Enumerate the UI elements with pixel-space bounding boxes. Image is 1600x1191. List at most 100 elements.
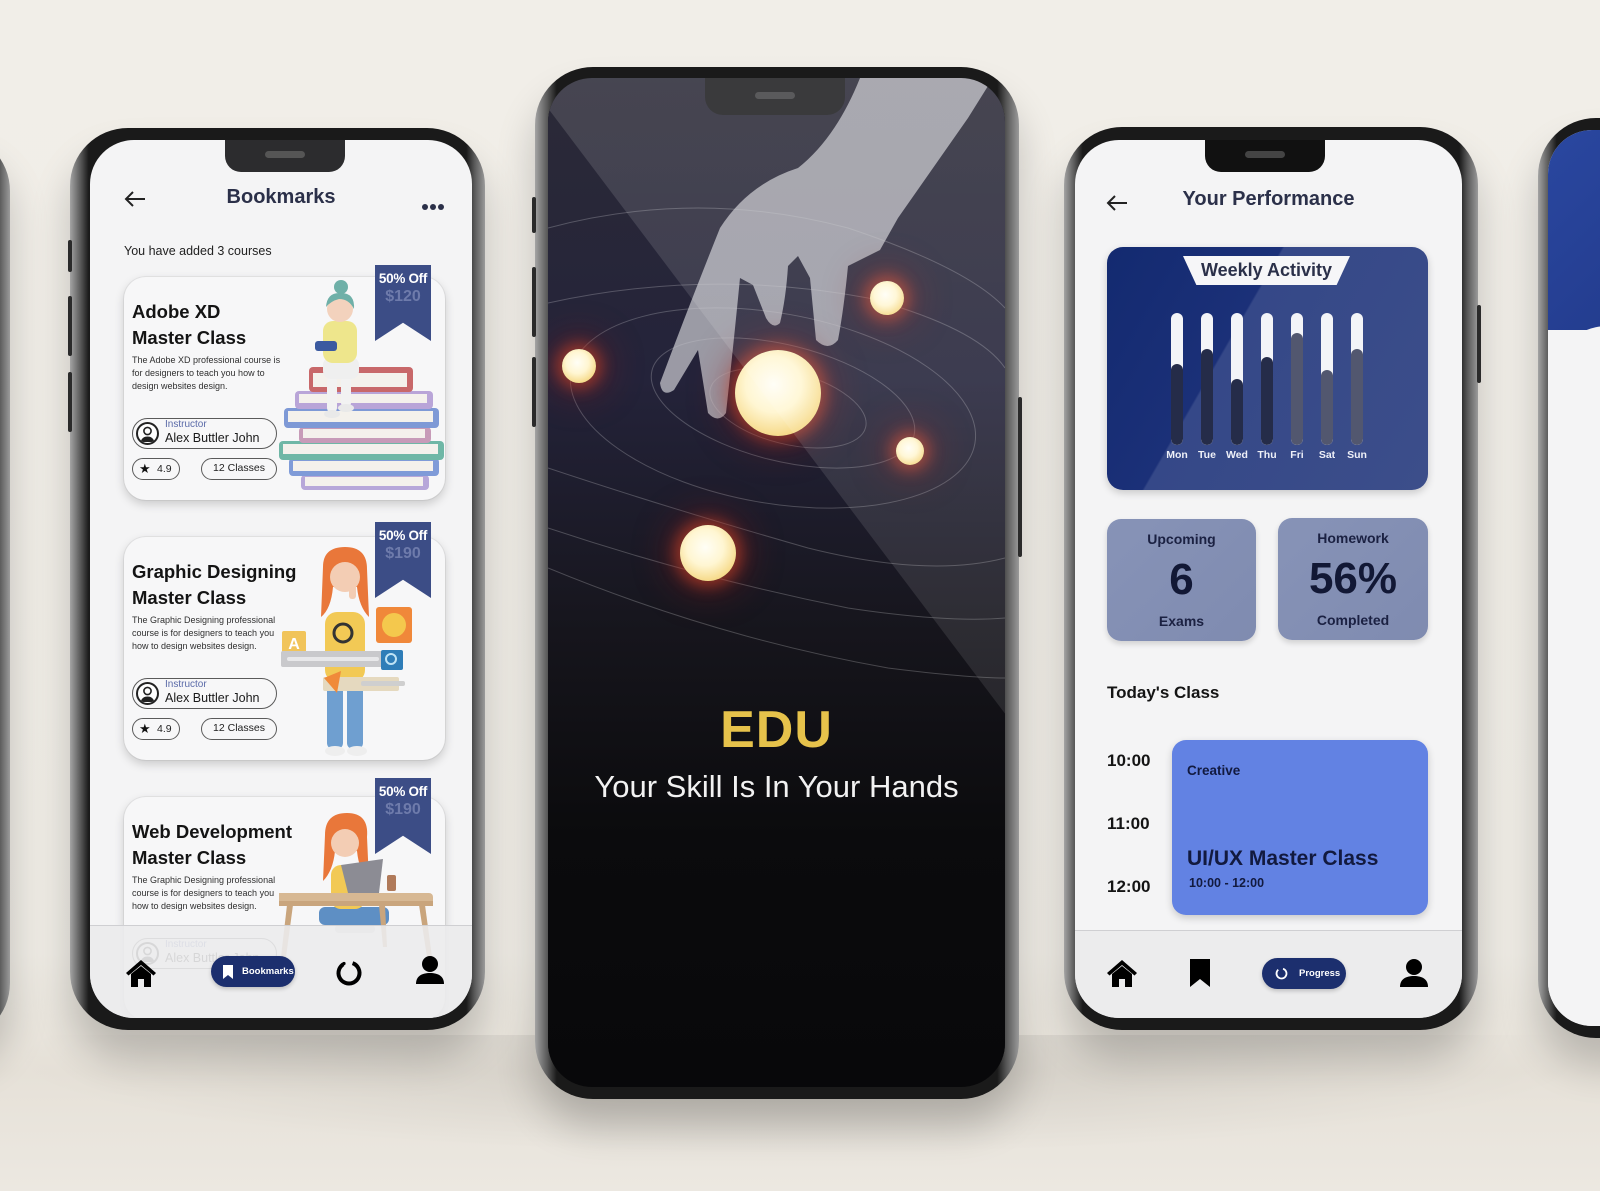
nav-home-button[interactable]: [125, 958, 157, 988]
day-label: Fri: [1290, 449, 1304, 461]
classes-pill: 12 Classes: [201, 458, 277, 480]
notch: [225, 140, 345, 172]
course-title: Graphic Designing Master Class: [132, 559, 302, 611]
activity-bar-fill: [1261, 356, 1273, 445]
activity-bar-fill: [1351, 348, 1363, 445]
day-label: Sat: [1318, 449, 1336, 461]
course-title-line2: Master Class: [132, 587, 247, 608]
splash-screen: EDU Your Skill Is In Your Hands: [548, 78, 1005, 1087]
nav-progress-tab[interactable]: Progress: [1262, 958, 1346, 989]
activity-bar-mon: [1171, 313, 1183, 445]
todays-class-heading: Today's Class: [1107, 683, 1220, 702]
blue-header-shape: [1548, 130, 1600, 330]
instructor-name: Alex Buttler John: [165, 431, 260, 445]
activity-bar-fri: [1291, 313, 1303, 445]
side-button: [1477, 305, 1481, 383]
nav-progress-button[interactable]: [335, 959, 363, 987]
side-button: [68, 240, 72, 272]
speaker: [755, 92, 795, 99]
user-icon: [416, 956, 444, 984]
instructor-name: Alex Buttler John: [165, 691, 260, 705]
notch: [705, 78, 845, 115]
progress-ring-icon: [336, 960, 362, 986]
bottom-nav: Bookmarks: [90, 925, 472, 1018]
star-icon: ★: [139, 461, 151, 476]
nav-bookmarks-label: Bookmarks: [242, 966, 294, 977]
stat-caption: Exams: [1158, 613, 1205, 629]
page-title: Your Performance: [1182, 188, 1355, 210]
day-label: Sun: [1347, 449, 1367, 461]
nav-bookmarks-tab[interactable]: Bookmarks: [211, 956, 295, 987]
rating-value: 4.9: [157, 463, 172, 475]
upcoming-exams-card[interactable]: Upcoming 6 Exams: [1107, 519, 1256, 641]
activity-bar-fill: [1291, 332, 1303, 445]
home-icon: [126, 960, 156, 987]
bookmarks-phone: Bookmarks You have added 3 courses Adobe…: [68, 128, 485, 1030]
more-dots-icon: [422, 204, 444, 210]
day-label: Tue: [1198, 449, 1216, 461]
day-label: Mon: [1166, 449, 1188, 461]
activity-bar-fill: [1231, 379, 1243, 445]
rating-pill: ★ 4.9: [132, 458, 180, 480]
class-time-range: 10:00 - 12:00: [1189, 876, 1265, 890]
class-card[interactable]: Creative UI/UX Master Class 10:00 - 12:0…: [1172, 740, 1428, 915]
mockup-canvas: Bookmarks You have added 3 courses Adobe…: [0, 0, 1600, 1191]
homework-completed-card[interactable]: Homework 56% Completed: [1278, 518, 1428, 640]
speaker: [1245, 151, 1285, 158]
activity-bar-sun: [1351, 313, 1363, 445]
performance-phone: Your Performance Weekly Activity Mon Tue W…: [1064, 127, 1481, 1030]
far-left-phone: [0, 133, 10, 1041]
side-button: [532, 357, 536, 427]
course-title-line2: Master Class: [132, 327, 247, 348]
white-curve-shape: [1548, 326, 1600, 1026]
instructor-pill[interactable]: Instructor Alex Buttler John: [132, 678, 277, 709]
more-options-button[interactable]: [421, 199, 445, 210]
bookmarks-screen: Bookmarks You have added 3 courses Adobe…: [90, 140, 472, 1018]
rating-value: 4.9: [157, 723, 172, 735]
nav-bookmarks-button[interactable]: [1190, 959, 1210, 987]
bottom-nav: Progress: [1075, 930, 1462, 1018]
discount-label: 50% Off: [378, 528, 428, 543]
time-slot: 11:00: [1107, 814, 1150, 833]
course-title: Adobe XD Master Class: [132, 299, 302, 351]
instructor-pill[interactable]: Instructor Alex Buttler John: [132, 418, 277, 449]
nav-home-button[interactable]: [1106, 958, 1138, 988]
course-description: The Graphic Designing professional cours…: [132, 875, 276, 911]
stat-label: Homework: [1317, 530, 1389, 546]
activity-bar-wed: [1231, 313, 1243, 445]
course-description: The Graphic Designing professional cours…: [132, 615, 276, 651]
activity-bar-fill: [1171, 364, 1183, 445]
person-avatar-icon: [140, 426, 155, 442]
speaker: [265, 151, 305, 158]
weekly-activity-title: Weekly Activity: [1183, 256, 1350, 285]
bookmark-icon: [1190, 959, 1210, 987]
side-button: [532, 197, 536, 233]
notch: [1205, 140, 1325, 172]
discount-label: 50% Off: [378, 271, 428, 286]
course-title-line1: Web Development: [132, 821, 293, 842]
day-label: Wed: [1226, 449, 1248, 461]
bookmark-count-text: You have added 3 courses: [124, 244, 272, 258]
time-slot: 10:00: [1107, 751, 1151, 770]
activity-bar-thu: [1261, 313, 1273, 445]
splash-phone: EDU Your Skill Is In Your Hands: [532, 67, 1022, 1099]
nav-profile-button[interactable]: [416, 955, 444, 985]
home-icon: [1107, 960, 1137, 987]
activity-bar-fill: [1321, 369, 1333, 445]
course-title-line1: Graphic Designing: [132, 561, 297, 582]
stat-value: 56%: [1308, 554, 1398, 603]
activity-bar-fill: [1201, 348, 1213, 445]
progress-ring-icon: [1275, 967, 1288, 980]
price-label: $190: [385, 801, 421, 818]
avatar: [136, 682, 159, 705]
stat-label: Upcoming: [1147, 531, 1216, 547]
side-button: [532, 267, 536, 337]
instructor-label: Instructor: [165, 419, 207, 430]
user-icon: [1400, 959, 1428, 987]
app-logo-text: EDU: [720, 701, 833, 759]
nav-progress-label: Progress: [1299, 968, 1341, 979]
stat-caption: Completed: [1316, 612, 1390, 628]
side-button: [68, 372, 72, 432]
discount-label: 50% Off: [378, 784, 428, 799]
nav-profile-button[interactable]: [1400, 958, 1428, 988]
